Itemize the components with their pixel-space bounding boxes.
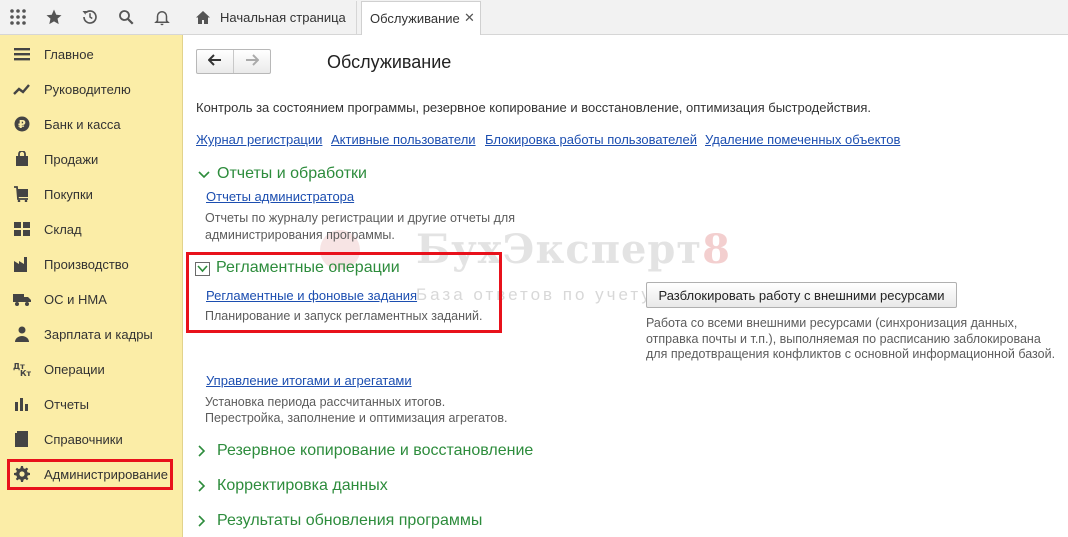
- sidebar-item-label: ОС и НМА: [44, 292, 107, 307]
- chevron-right-icon: [197, 514, 207, 531]
- svg-text:₽: ₽: [18, 118, 26, 131]
- reports-description: администрирования программы.: [205, 228, 395, 242]
- sidebar-item-fixed-assets[interactable]: ОС и НМА: [0, 282, 182, 316]
- close-icon[interactable]: ✕: [464, 10, 475, 26]
- scheduled-jobs-description: Планирование и запуск регламентных задан…: [205, 309, 483, 323]
- reports-description: Отчеты по журналу регистрации и другие о…: [205, 211, 515, 225]
- sidebar-item-bank[interactable]: ₽ Банк и касса: [0, 107, 182, 141]
- cart-icon: [13, 186, 31, 202]
- sidebar-item-label: Операции: [44, 362, 105, 377]
- page-description: Контроль за состоянием программы, резерв…: [196, 100, 872, 115]
- sidebar-item-label: Покупки: [44, 187, 93, 202]
- link-event-log[interactable]: Журнал регистрации: [196, 132, 322, 147]
- unlock-description: для предотвращения конфликтов с основной…: [646, 347, 1056, 361]
- section-reports-title[interactable]: Отчеты и обработки: [217, 165, 367, 183]
- history-nav: [196, 49, 271, 74]
- gear-icon: [13, 466, 31, 482]
- sidebar-item-salary[interactable]: Зарплата и кадры: [0, 317, 182, 351]
- home-icon: [195, 10, 211, 28]
- chevron-down-icon[interactable]: [195, 262, 210, 276]
- unlock-description: Работа со всеми внешними ресурсами (синх…: [646, 316, 1018, 330]
- sidebar-item-label: Руководителю: [44, 82, 131, 97]
- truck-icon: [13, 291, 31, 307]
- sidebar-item-label: Администрирование: [44, 467, 168, 482]
- tab-maintenance-label: Обслуживание: [370, 11, 460, 26]
- sidebar-item-main[interactable]: Главное: [0, 37, 182, 71]
- section-data-correction-title: Корректировка данных: [217, 477, 388, 494]
- forward-button[interactable]: [233, 50, 270, 73]
- watermark-tagline: База ответов по учету: [416, 285, 653, 304]
- search-icon[interactable]: [108, 0, 144, 34]
- star-icon[interactable]: [36, 0, 72, 34]
- person-icon: [13, 326, 31, 342]
- tab-home-label: Начальная страница: [220, 10, 346, 25]
- sidebar-item-operations[interactable]: Дт Кт Операции: [0, 352, 182, 386]
- link-block-users[interactable]: Блокировка работы пользователей: [485, 132, 697, 147]
- arrow-left-icon: [207, 54, 222, 69]
- factory-icon: [13, 256, 31, 272]
- totals-description: Перестройка, заполнение и оптимизация аг…: [205, 411, 508, 425]
- watermark-brand-digit: 8: [702, 226, 732, 273]
- sidebar-item-label: Банк и касса: [44, 117, 121, 132]
- bell-icon[interactable]: [144, 0, 180, 34]
- sidebar-item-sales[interactable]: Продажи: [0, 142, 182, 176]
- chevron-right-icon: [197, 444, 207, 461]
- section-update-results-title: Результаты обновления программы: [217, 512, 483, 529]
- tab-maintenance[interactable]: Обслуживание ✕: [361, 1, 481, 36]
- chevron-right-icon: [197, 479, 207, 496]
- sidebar-item-production[interactable]: Производство: [0, 247, 182, 281]
- warehouse-icon: [13, 221, 31, 237]
- book-icon: [13, 431, 31, 447]
- sidebar: Главное Руководителю ₽ Банк и касса Прод…: [0, 35, 183, 537]
- apps-grid-icon[interactable]: [0, 0, 36, 34]
- sidebar-item-label: Зарплата и кадры: [44, 327, 153, 342]
- svg-text:Кт: Кт: [20, 369, 31, 377]
- section-routine-title[interactable]: Регламентные операции: [216, 259, 400, 277]
- trend-icon: [13, 81, 31, 97]
- tab-home[interactable]: Начальная страница: [184, 1, 357, 34]
- dt-kt-icon: Дт Кт: [13, 361, 31, 377]
- link-totals-aggregates[interactable]: Управление итогами и агрегатами: [206, 373, 412, 388]
- sidebar-item-label: Главное: [44, 47, 94, 62]
- sidebar-item-label: Склад: [44, 222, 82, 237]
- top-toolbar: [0, 0, 183, 35]
- sidebar-item-label: Производство: [44, 257, 129, 272]
- sidebar-item-label: Отчеты: [44, 397, 89, 412]
- tab-bar: Начальная страница Обслуживание ✕: [183, 0, 1068, 36]
- chevron-down-icon[interactable]: [197, 168, 211, 183]
- link-active-users[interactable]: Активные пользователи: [331, 132, 476, 147]
- link-scheduled-jobs[interactable]: Регламентные и фоновые задания: [206, 288, 417, 303]
- watermark-brand-text: БухЭксперт: [416, 226, 703, 273]
- bar-chart-icon: [13, 396, 31, 412]
- page-title: Обслуживание: [327, 52, 452, 72]
- link-delete-marked[interactable]: Удаление помеченных объектов: [705, 132, 900, 147]
- sidebar-item-reports[interactable]: Отчеты: [0, 387, 182, 421]
- history-icon[interactable]: [72, 0, 108, 34]
- watermark-brand: БухЭксперт8: [416, 226, 731, 273]
- sidebar-item-purchases[interactable]: Покупки: [0, 177, 182, 211]
- unlock-external-resources-button[interactable]: Разблокировать работу с внешними ресурса…: [646, 282, 957, 308]
- sidebar-item-label: Продажи: [44, 152, 99, 167]
- back-button[interactable]: [197, 50, 233, 73]
- menu-icon: [13, 46, 31, 62]
- sidebar-item-warehouse[interactable]: Склад: [0, 212, 182, 246]
- sidebar-item-label: Справочники: [44, 432, 123, 447]
- ruble-icon: ₽: [13, 116, 31, 132]
- totals-description: Установка периода рассчитанных итогов.: [205, 395, 446, 409]
- arrow-right-icon: [245, 54, 260, 69]
- link-admin-reports[interactable]: Отчеты администратора: [206, 189, 354, 204]
- sidebar-item-directories[interactable]: Справочники: [0, 422, 182, 456]
- section-backup-title: Резервное копирование и восстановление: [217, 442, 534, 459]
- sidebar-item-administration[interactable]: Администрирование: [0, 457, 182, 491]
- bag-icon: [13, 151, 31, 167]
- sidebar-item-manager[interactable]: Руководителю: [0, 72, 182, 106]
